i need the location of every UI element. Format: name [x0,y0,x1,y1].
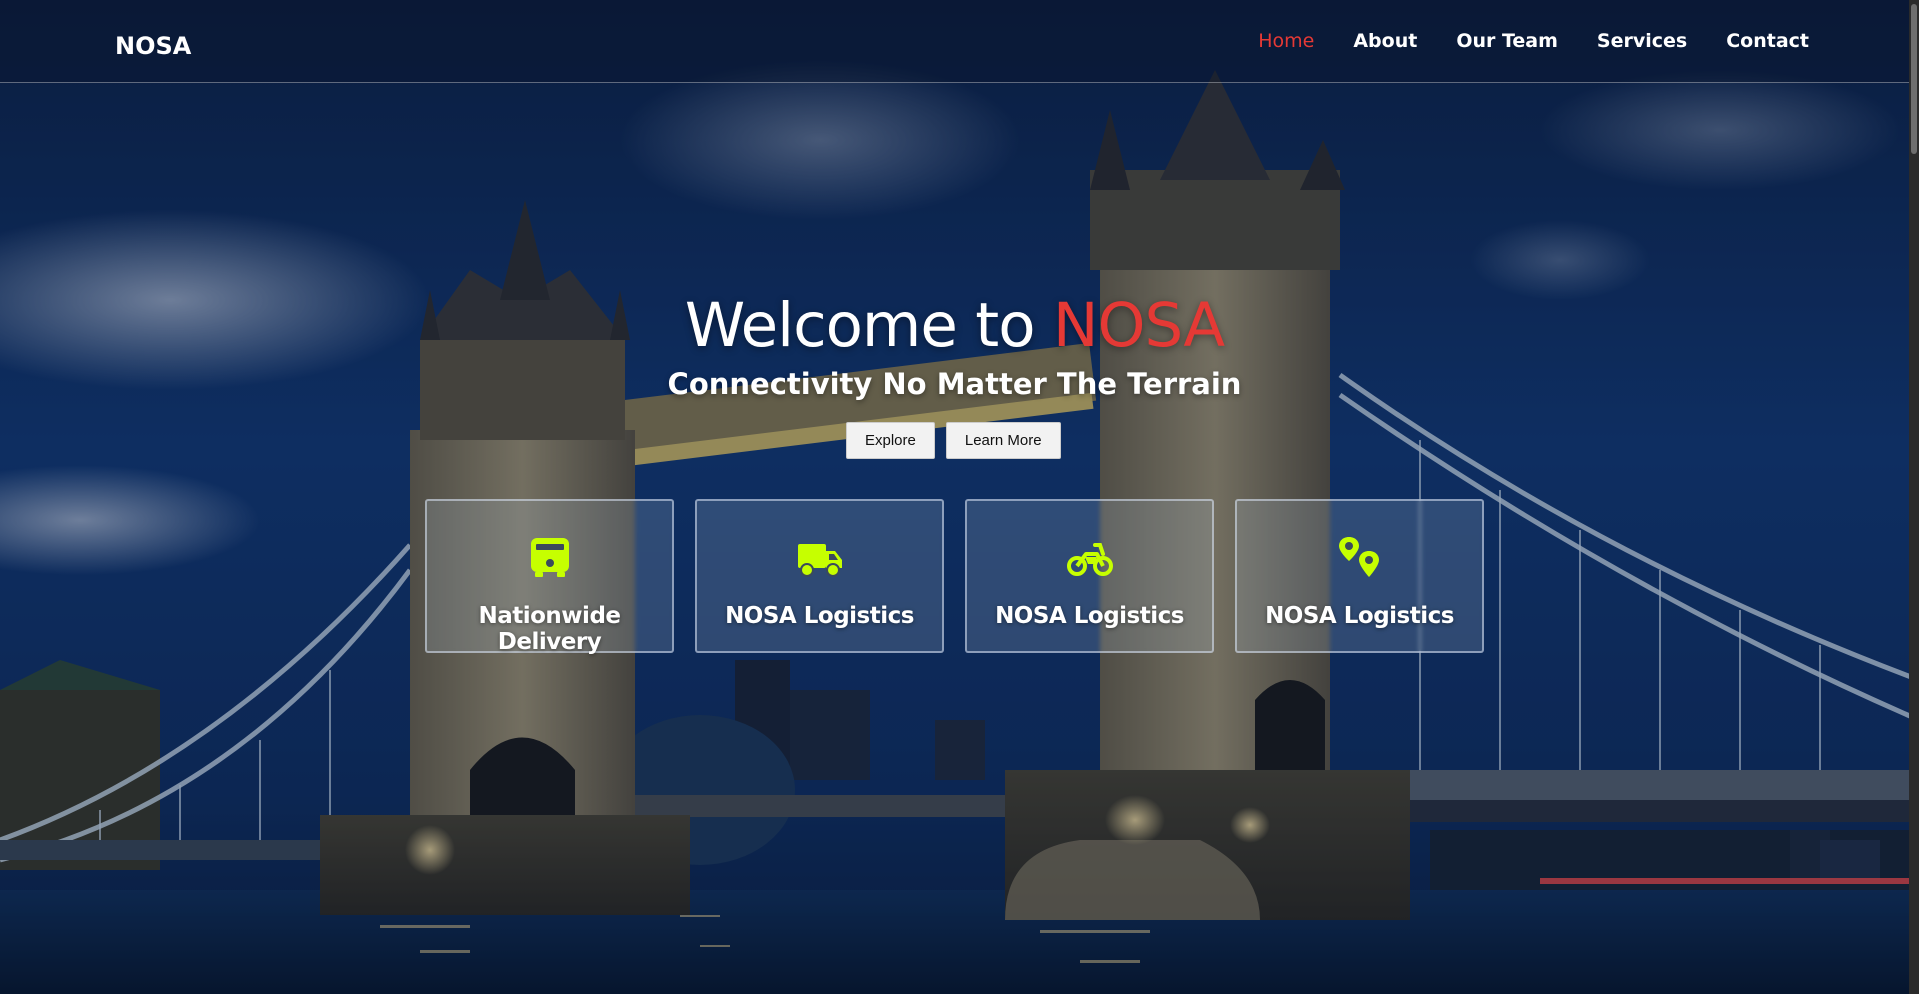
learn-more-button[interactable]: Learn More [945,422,1061,459]
nav-services[interactable]: Services [1597,30,1687,52]
card-label: NOSA Logistics [995,603,1184,629]
main-nav: Home About Our Team Services Contact [1219,30,1809,52]
service-card-nosa-logistics[interactable]: NOSA Logistics [1235,499,1484,653]
nav-our-team[interactable]: Our Team [1456,30,1558,52]
hero-title-prefix: Welcome to [684,290,1053,361]
nav-contact[interactable]: Contact [1726,30,1809,52]
card-label: Nationwide Delivery [478,603,621,655]
card-label: NOSA Logistics [725,603,914,629]
brand-logo[interactable]: NOSA [115,32,191,60]
explore-button[interactable]: Explore [846,422,935,459]
nav-home[interactable]: Home [1258,30,1314,52]
hero-subtitle: Connectivity No Matter The Terrain [667,367,1242,401]
hero-background-image [0,0,1919,994]
map-pins-icon [1338,537,1379,577]
hero-title: Welcome to NOSA [0,290,1909,361]
scrollbar-thumb[interactable] [1911,4,1917,154]
page-scrollbar[interactable] [1909,0,1919,994]
hero-buttons: Explore Learn More [846,422,1061,459]
service-card-nationwide-delivery[interactable]: Nationwide Delivery [425,499,674,655]
truck-icon [797,544,842,577]
service-cards: Nationwide Delivery NOSA Logistics NOSA … [425,499,1484,655]
motorcycle-icon [1066,543,1113,576]
bus-icon [530,538,569,577]
card-label: NOSA Logistics [1265,603,1454,629]
service-card-nosa-logistics[interactable]: NOSA Logistics [695,499,944,653]
service-card-nosa-logistics[interactable]: NOSA Logistics [965,499,1214,653]
hero-title-accent: NOSA [1052,290,1225,361]
nav-about[interactable]: About [1353,30,1417,52]
site-header: NOSA Home About Our Team Services Contac… [0,0,1909,83]
